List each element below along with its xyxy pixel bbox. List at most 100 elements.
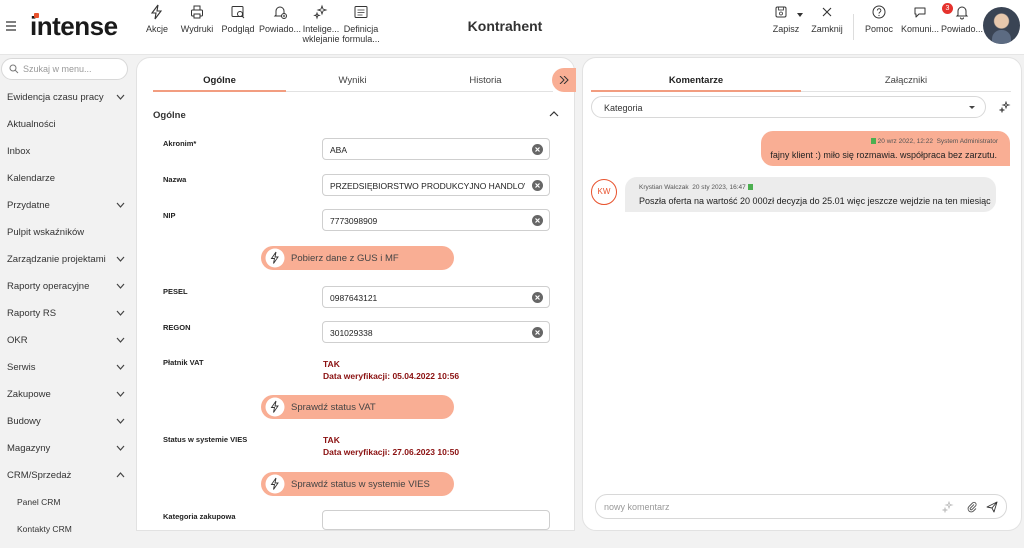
sidebar-item[interactable]: Budowy xyxy=(7,413,133,440)
sparkle-icon[interactable] xyxy=(999,101,1011,113)
message-date: 20 wrz 2022, 12:22 xyxy=(877,138,933,145)
clear-icon[interactable] xyxy=(532,327,543,338)
check-vat-button[interactable]: Sprawdź status VAT xyxy=(261,395,454,419)
communicator-label: Komuni... xyxy=(900,24,940,34)
category-select[interactable]: Kategoria xyxy=(591,96,986,118)
sidebar-item-label: Ewidencja czasu pracy xyxy=(7,92,104,103)
paperclip-icon[interactable] xyxy=(966,501,978,513)
message-incoming: Krystian Walczak 20 sty 2023, 16:47 Posz… xyxy=(625,177,996,212)
sidebar-item[interactable]: Ewidencja czasu pracy xyxy=(7,89,133,116)
sidebar-item[interactable]: Panel CRM xyxy=(7,494,133,521)
clear-icon[interactable] xyxy=(532,180,543,191)
double-chevron-right-icon xyxy=(559,76,569,84)
actions-button[interactable]: Akcje xyxy=(144,4,170,34)
actions-label: Akcje xyxy=(145,24,168,34)
sidebar-item[interactable]: OKR xyxy=(7,332,133,359)
save-button[interactable]: Zapisz xyxy=(768,4,804,34)
fetch-gus-button[interactable]: Pobierz dane z GUS i MF xyxy=(261,246,454,270)
chevron-down-icon xyxy=(116,445,125,451)
tab-comments-label: Komentarze xyxy=(668,75,724,86)
purchase-category-field[interactable] xyxy=(322,510,550,530)
bell-icon xyxy=(955,6,969,20)
chevron-up-icon xyxy=(116,472,125,478)
top-bar: intense Akcje Wydruki Podgląd Powiado...… xyxy=(0,0,1024,55)
sidebar-item[interactable]: Magazyny xyxy=(7,440,133,467)
formula-button[interactable]: Definicja formula... xyxy=(342,4,380,44)
nip-field[interactable]: 7773098909 xyxy=(322,209,550,231)
tab-comments[interactable]: Komentarze xyxy=(591,75,801,86)
prints-button[interactable]: Wydruki xyxy=(181,4,213,34)
tab-attachments[interactable]: Załączniki xyxy=(801,75,1011,86)
category-placeholder: Kategoria xyxy=(604,103,643,113)
sidebar-item-label: Kontakty CRM xyxy=(17,524,72,534)
formula-icon xyxy=(354,6,368,18)
help-label: Pomoc xyxy=(864,24,893,34)
comments-panel: Komentarze Załączniki Kategoria 20 wrz 2… xyxy=(582,57,1022,531)
chevron-up-icon[interactable] xyxy=(549,111,559,117)
vat-status-value: TAK xyxy=(323,359,340,369)
search-icon xyxy=(9,64,19,74)
clear-icon[interactable] xyxy=(532,144,543,155)
sidebar-item-label: Zarządzanie projektami xyxy=(7,254,106,265)
sidebar-item-label: Zakupowe xyxy=(7,389,51,400)
tab-history[interactable]: Historia xyxy=(419,75,552,86)
clear-icon[interactable] xyxy=(532,215,543,226)
sidebar-item[interactable]: Aktualności xyxy=(7,116,133,143)
message-author: Krystian Walczak xyxy=(639,184,689,191)
lightning-icon xyxy=(265,248,285,268)
sidebar-item[interactable]: Serwis xyxy=(7,359,133,386)
sidebar-item[interactable]: Pulpit wskaźników xyxy=(7,224,133,251)
sidebar-item[interactable]: Zakupowe xyxy=(7,386,133,413)
notify-button[interactable]: Powiado... xyxy=(258,4,302,34)
notifications-label: Powiado... xyxy=(940,24,984,34)
sidebar-item[interactable]: Kalendarze xyxy=(7,170,133,197)
logo: intense xyxy=(30,11,118,41)
regon-field[interactable]: 301029338 xyxy=(322,321,550,343)
communicator-button[interactable]: Komuni... xyxy=(900,4,940,34)
sidebar-item[interactable]: Zarządzanie projektami xyxy=(7,251,133,278)
pesel-field[interactable]: 0987643121 xyxy=(322,286,550,308)
new-comment-input[interactable]: nowy komentarz xyxy=(595,494,1007,519)
sidebar-item[interactable]: Raporty operacyjne xyxy=(7,278,133,305)
nazwa-field[interactable]: PRZEDSIĘBIORSTWO PRODUKCYJNO HANDLOWE xyxy=(322,174,550,196)
sidebar-item[interactable]: CRM/Sprzedaż xyxy=(7,467,133,494)
help-button[interactable]: Pomoc xyxy=(864,4,894,34)
close-button[interactable]: Zamknij xyxy=(811,4,843,34)
close-icon xyxy=(822,7,832,17)
clear-icon[interactable] xyxy=(532,292,543,303)
sparkle-icon xyxy=(313,4,328,20)
sidebar-item[interactable]: Inbox xyxy=(7,143,133,170)
menu-icon[interactable] xyxy=(4,19,18,33)
notify-label: Powiado... xyxy=(258,24,302,34)
akronim-field[interactable]: ABA xyxy=(322,138,550,160)
smart-paste-button[interactable]: Intelige... wklejanie xyxy=(301,4,341,44)
menu-search-input[interactable]: Szukaj w menu... xyxy=(1,58,128,80)
page-title: Kontrahent xyxy=(467,18,543,34)
nazwa-value: PRZEDSIĘBIORSTWO PRODUKCYJNO HANDLOWE xyxy=(330,181,525,191)
tab-general[interactable]: Ogólne xyxy=(153,75,286,86)
tab-general-label: Ogólne xyxy=(203,75,236,86)
preview-button[interactable]: Podgląd xyxy=(221,4,255,34)
save-dropdown-icon[interactable] xyxy=(797,13,803,17)
expand-panel-button[interactable] xyxy=(552,68,576,92)
sidebar-item-label: Aktualności xyxy=(7,119,56,130)
lightning-icon xyxy=(265,474,285,494)
formula-label-2: formula... xyxy=(342,34,380,44)
save-icon xyxy=(775,6,787,18)
sidebar-item-label: Przydatne xyxy=(7,200,50,211)
sidebar-item[interactable]: Przydatne xyxy=(7,197,133,224)
pesel-value: 0987643121 xyxy=(330,293,378,303)
send-icon[interactable] xyxy=(986,501,998,513)
vies-status-value: TAK xyxy=(323,435,340,445)
sidebar-item[interactable]: Raporty RS xyxy=(7,305,133,332)
user-avatar[interactable] xyxy=(983,7,1020,44)
tab-results[interactable]: Wyniki xyxy=(286,75,419,86)
sidebar-item-label: Serwis xyxy=(7,362,36,373)
chevron-down-icon xyxy=(116,337,125,343)
chevron-down-icon xyxy=(116,364,125,370)
tab-attachments-label: Załączniki xyxy=(884,75,928,86)
toolbar-divider xyxy=(853,14,854,40)
sparkle-icon[interactable] xyxy=(942,501,954,513)
sidebar-item[interactable]: Kontakty CRM xyxy=(7,521,133,548)
check-vies-button[interactable]: Sprawdź status w systemie VIES xyxy=(261,472,454,496)
